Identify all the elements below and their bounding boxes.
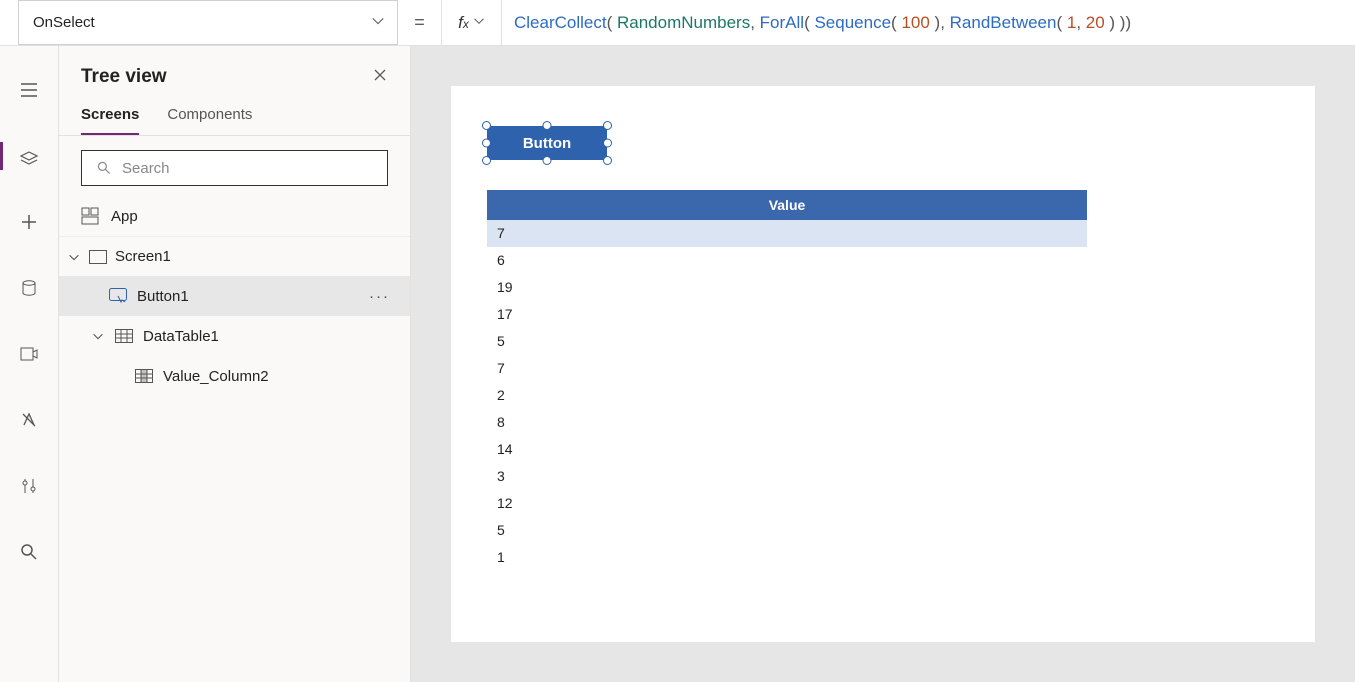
tree-item-datatable1[interactable]: DataTable1 [59, 316, 410, 356]
tree-tabs: Screens Components [59, 98, 410, 136]
formula-token: , [750, 13, 759, 33]
tree-item-app[interactable]: App [59, 196, 410, 236]
property-selector[interactable]: OnSelect [18, 0, 398, 45]
tree-item-label: DataTable1 [143, 328, 219, 345]
chevron-down-icon [91, 329, 105, 343]
resize-handle[interactable] [482, 139, 491, 148]
table-row[interactable]: 8 [487, 409, 1087, 436]
formula-token: Sequence [814, 13, 891, 33]
formula-token: ), [930, 13, 950, 33]
fx-dropdown[interactable]: fx [442, 0, 502, 45]
column-icon [135, 369, 153, 383]
property-selector-value: OnSelect [19, 14, 95, 31]
screen-canvas[interactable]: Button Value 76191757281431251 [451, 86, 1315, 642]
table-header[interactable]: Value [487, 190, 1087, 220]
formula-token: , [1076, 13, 1085, 33]
chevron-down-icon [357, 14, 385, 32]
table-body: 76191757281431251 [487, 220, 1087, 571]
more-icon[interactable]: ··· [369, 288, 390, 305]
data-icon[interactable] [0, 272, 58, 304]
table-row[interactable]: 17 [487, 301, 1087, 328]
table-row[interactable]: 1 [487, 544, 1087, 571]
tab-screens[interactable]: Screens [81, 98, 139, 135]
chevron-down-icon [67, 250, 81, 264]
formula-token: RandomNumbers [617, 13, 750, 33]
chevron-down-icon [473, 14, 485, 32]
table-row[interactable]: 2 [487, 382, 1087, 409]
formula-token: ( [1056, 13, 1066, 33]
tree-item-label: Button1 [137, 288, 189, 305]
tree-view-title: Tree view [81, 66, 167, 88]
tree-item-screen1[interactable]: Screen1 [59, 236, 410, 276]
table-row[interactable]: 5 [487, 328, 1087, 355]
search-icon[interactable] [0, 536, 58, 568]
button-control-icon [109, 288, 127, 304]
table-icon [115, 329, 133, 343]
tree-view-panel: Tree view Screens Components App Screen [59, 46, 411, 682]
formula-input[interactable]: ClearCollect( RandomNumbers, ForAll( Seq… [502, 0, 1355, 45]
tree-item-button1[interactable]: Button1 ··· [59, 276, 410, 316]
formula-bar-row: OnSelect = fx ClearCollect( RandomNumber… [0, 0, 1355, 46]
tab-components[interactable]: Components [167, 98, 252, 135]
search-icon [96, 160, 112, 176]
fx-icon: fx [458, 13, 469, 33]
screen-icon [89, 250, 107, 264]
data-table-control[interactable]: Value 76191757281431251 [487, 190, 1087, 571]
formula-token: RandBetween [950, 13, 1057, 33]
resize-handle[interactable] [482, 121, 491, 130]
table-row[interactable]: 12 [487, 490, 1087, 517]
media-icon[interactable] [0, 338, 58, 370]
search-field[interactable] [122, 160, 373, 177]
resize-handle[interactable] [482, 156, 491, 165]
resize-handle[interactable] [603, 156, 612, 165]
table-row[interactable]: 6 [487, 247, 1087, 274]
button-control-selected[interactable]: Button [487, 126, 607, 160]
left-rail [0, 46, 59, 682]
table-row[interactable]: 7 [487, 220, 1087, 247]
advanced-icon[interactable] [0, 404, 58, 436]
formula-token: 1 [1067, 13, 1076, 33]
insert-icon[interactable] [0, 206, 58, 238]
formula-token: ( [607, 13, 617, 33]
resize-handle[interactable] [603, 139, 612, 148]
table-row[interactable]: 14 [487, 436, 1087, 463]
canvas-area: Button Value 76191757281431251 [411, 46, 1355, 682]
resize-handle[interactable] [543, 121, 552, 130]
tree-item-label: App [111, 208, 138, 225]
table-row[interactable]: 19 [487, 274, 1087, 301]
resize-handle[interactable] [603, 121, 612, 130]
settings-icon[interactable] [0, 470, 58, 502]
main-area: Tree view Screens Components App Screen [0, 46, 1355, 682]
formula-token: ( [891, 13, 901, 33]
formula-token: ForAll [760, 13, 804, 33]
tree-item-label: Screen1 [115, 248, 171, 265]
tree-view-icon[interactable] [0, 140, 58, 172]
formula-token: ) )) [1105, 13, 1131, 33]
table-row[interactable]: 3 [487, 463, 1087, 490]
resize-handle[interactable] [543, 156, 552, 165]
table-row[interactable]: 7 [487, 355, 1087, 382]
tree-item-label: Value_Column2 [163, 368, 269, 385]
table-row[interactable]: 5 [487, 517, 1087, 544]
equals-label: = [398, 0, 442, 45]
formula-token: 20 [1086, 13, 1105, 33]
close-icon[interactable] [372, 67, 388, 88]
formula-token: ClearCollect [514, 13, 607, 33]
search-input[interactable] [81, 150, 388, 186]
tree-list: App Screen1 Button1 ··· DataTable1 Value… [59, 196, 410, 682]
app-icon [81, 207, 99, 225]
formula-token: 100 [901, 13, 929, 33]
hamburger-icon[interactable] [0, 74, 58, 106]
formula-token: ( [804, 13, 814, 33]
button-control[interactable]: Button [487, 126, 607, 160]
tree-item-value-column2[interactable]: Value_Column2 [59, 356, 410, 396]
